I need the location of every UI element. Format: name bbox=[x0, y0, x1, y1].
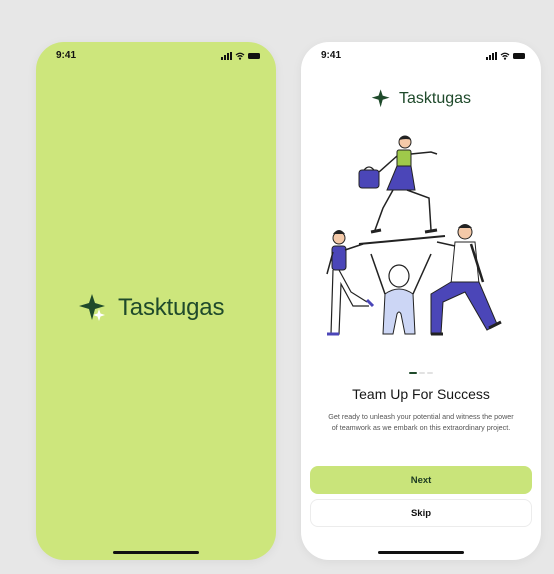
right-person-figure bbox=[430, 224, 502, 336]
left-person-figure bbox=[326, 230, 375, 336]
middle-person-figure bbox=[370, 253, 432, 335]
onboarding-description: Get ready to unleash your potential and … bbox=[328, 412, 514, 432]
wifi-icon bbox=[235, 52, 245, 60]
status-time: 9:41 bbox=[56, 50, 77, 61]
status-icons bbox=[221, 52, 260, 60]
header-app-name: Tasktugas bbox=[399, 90, 472, 107]
onboarding-title: Team Up For Success bbox=[352, 386, 490, 402]
splash-app-name: Tasktugas bbox=[118, 294, 225, 321]
home-indicator bbox=[113, 551, 199, 554]
splash-screen: 9:41 Tasktugas bbox=[36, 42, 276, 560]
status-bar: 9:41 bbox=[36, 50, 276, 64]
battery-icon bbox=[248, 53, 260, 59]
top-person-figure bbox=[358, 135, 438, 234]
cellular-signal-icon bbox=[486, 52, 497, 60]
cellular-signal-icon bbox=[221, 52, 232, 60]
sparkle-star-icon bbox=[371, 89, 390, 108]
header-logo: Tasktugas bbox=[371, 88, 471, 110]
sparkle-star-icon bbox=[79, 294, 105, 321]
pagination-dot[interactable] bbox=[419, 372, 425, 374]
status-bar: 9:41 bbox=[301, 50, 541, 64]
pagination-dot-active[interactable] bbox=[409, 372, 417, 374]
plank bbox=[358, 235, 446, 245]
home-indicator bbox=[378, 551, 464, 554]
next-button[interactable]: Next bbox=[310, 466, 532, 494]
pagination-dot[interactable] bbox=[427, 372, 433, 374]
splash-logo: Tasktugas bbox=[78, 292, 224, 324]
status-time: 9:41 bbox=[321, 50, 342, 61]
status-icons bbox=[486, 52, 525, 60]
skip-button[interactable]: Skip bbox=[310, 499, 532, 527]
onboarding-screen: 9:41 Tasktugas Team Up For Success Get r… bbox=[301, 42, 541, 560]
wifi-icon bbox=[500, 52, 510, 60]
teamwork-illustration bbox=[326, 135, 502, 336]
battery-icon bbox=[513, 53, 525, 59]
pagination-dots bbox=[409, 372, 433, 374]
